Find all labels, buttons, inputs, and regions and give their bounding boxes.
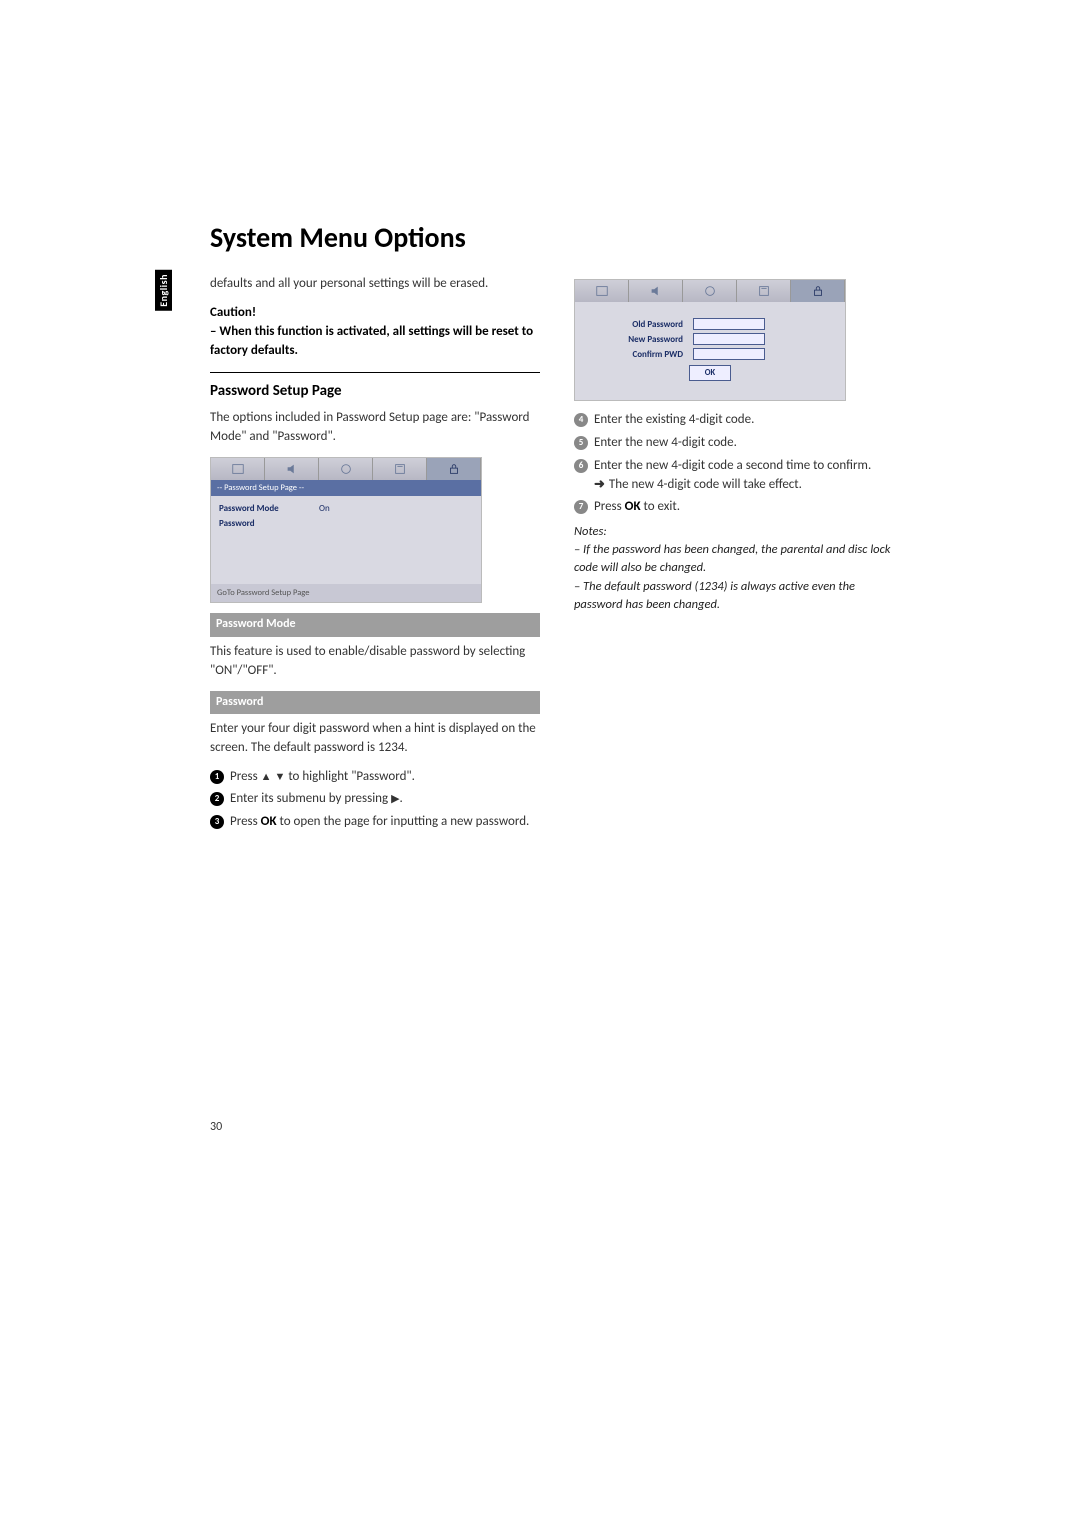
osd-row-label: Confirm PWD (583, 348, 683, 361)
notes-line: – The default password (1234) is always … (574, 578, 904, 614)
step-text: to open the page for inputting a new pas… (277, 814, 530, 829)
caution-label: Caution! (210, 305, 256, 320)
step-number-icon: 6 (574, 459, 588, 473)
step-6: 6 Enter the new 4-digit code a second ti… (574, 457, 904, 495)
notes-block: Notes: – If the password has been change… (574, 523, 904, 614)
section-password-setup: Password Setup Page (210, 372, 540, 403)
osd-row-value: On (319, 502, 330, 515)
step-text: Press (230, 814, 261, 829)
notes-label: Notes: (574, 523, 904, 541)
osd-tab-password-icon (791, 280, 845, 302)
step-1: 1 Press ▲ ▼ to highlight "Password". (210, 768, 540, 787)
step-text: to exit. (641, 499, 680, 514)
ok-label: OK (261, 814, 277, 829)
osd-ok-button: OK (689, 365, 731, 381)
left-column: defaults and all your personal settings … (210, 275, 540, 836)
step-number-icon: 1 (210, 770, 224, 784)
osd-tab-general-icon (211, 458, 265, 480)
step-number-icon: 4 (574, 413, 588, 427)
osd-row-label: Password Mode (219, 502, 309, 515)
caution-text: – When this function is activated, all s… (210, 324, 533, 358)
osd-password-input (693, 348, 765, 360)
step-text: Enter the new 4-digit code a second time… (594, 458, 871, 473)
two-column-layout: defaults and all your personal settings … (210, 275, 920, 836)
step-4: 4 Enter the existing 4-digit code. (574, 411, 904, 430)
osd-row: New Password (583, 333, 837, 346)
bar-password-mode: Password Mode (210, 613, 540, 636)
intro-continuation: defaults and all your personal settings … (210, 275, 540, 294)
step-text: . (400, 791, 403, 806)
step-7: 7 Press OK to exit. (574, 498, 904, 517)
osd-tab-audio-icon (265, 458, 319, 480)
osd-row: Password Mode On (219, 502, 473, 515)
password-desc: Enter your four digit password when a hi… (210, 720, 540, 758)
step-text: to highlight "Password". (285, 769, 415, 784)
step-number-icon: 2 (210, 792, 224, 806)
osd-footer: GoTo Password Setup Page (211, 584, 481, 602)
step-number-icon: 5 (574, 436, 588, 450)
result-arrow-icon: ➜ (594, 477, 605, 492)
osd-password-entry: Old Password New Password Confirm PWD OK (574, 279, 846, 401)
osd-row-label: Old Password (583, 318, 683, 331)
page-title: System Menu Options (210, 220, 920, 255)
osd-tab-audio-icon (629, 280, 683, 302)
step-result: The new 4-digit code will take effect. (609, 477, 802, 492)
osd-row-label: Password (219, 517, 309, 530)
step-text: Enter its submenu by pressing (230, 791, 391, 806)
osd-tab-preference-icon (737, 280, 791, 302)
step-text: Press (594, 499, 625, 514)
osd-password-setup: -- Password Setup Page -- Password Mode … (210, 457, 482, 604)
osd-row: Old Password (583, 318, 837, 331)
right-column: Old Password New Password Confirm PWD OK (574, 275, 904, 836)
password-setup-intro: The options included in Password Setup p… (210, 409, 540, 447)
osd-tab-video-icon (319, 458, 373, 480)
page-number: 30 (210, 1120, 222, 1134)
bar-password: Password (210, 691, 540, 714)
osd-subhead: -- Password Setup Page -- (211, 480, 481, 496)
ok-label: OK (625, 499, 641, 514)
osd-row-label: New Password (583, 333, 683, 346)
osd-tab-preference-icon (373, 458, 427, 480)
page-content: System Menu Options defaults and all you… (150, 220, 920, 836)
right-arrow-icon: ▶ (391, 791, 399, 807)
step-number-icon: 7 (574, 500, 588, 514)
step-number-icon: 3 (210, 815, 224, 829)
notes-line: – If the password has been changed, the … (574, 541, 904, 577)
osd-tab-video-icon (683, 280, 737, 302)
down-arrow-icon: ▼ (275, 769, 286, 785)
step-text: Press (230, 769, 261, 784)
osd-password-input (693, 318, 765, 330)
osd-row: Confirm PWD (583, 348, 837, 361)
step-2: 2 Enter its submenu by pressing ▶. (210, 790, 540, 809)
password-mode-desc: This feature is used to enable/disable p… (210, 643, 540, 681)
osd-password-input (693, 333, 765, 345)
osd-row: Password (219, 517, 473, 530)
step-text: Enter the new 4-digit code. (594, 434, 737, 453)
osd-tab-password-icon (427, 458, 481, 480)
up-arrow-icon: ▲ (261, 769, 272, 785)
step-5: 5 Enter the new 4-digit code. (574, 434, 904, 453)
step-3: 3 Press OK to open the page for inputtin… (210, 813, 540, 832)
step-text: Enter the existing 4-digit code. (594, 411, 754, 430)
osd-tab-general-icon (575, 280, 629, 302)
